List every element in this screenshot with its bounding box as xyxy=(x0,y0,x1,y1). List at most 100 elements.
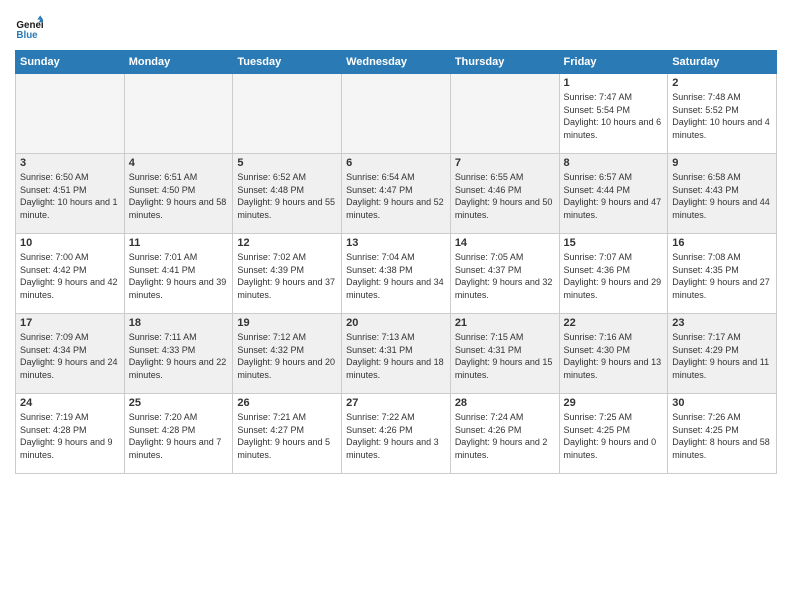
day-cell: 2Sunrise: 7:48 AM Sunset: 5:52 PM Daylig… xyxy=(668,74,777,154)
day-number: 27 xyxy=(346,397,446,409)
day-cell: 25 Sunrise: 7:20 AM Sunset: 4:28 PM Dayli… xyxy=(124,394,233,474)
day-info: Sunrise: 7:26 AM Sunset: 4:25 PM Dayligh… xyxy=(672,411,772,461)
day-number: 2 xyxy=(672,77,772,89)
week-row-4: 17 Sunrise: 7:09 AM Sunset: 4:34 PM Dayli… xyxy=(16,314,777,394)
day-number: 24 xyxy=(20,397,120,409)
day-cell: 4 Sunrise: 6:51 AM Sunset: 4:50 PM Daylig… xyxy=(124,154,233,234)
day-cell: 16 Sunrise: 7:08 AM Sunset: 4:35 PM Dayli… xyxy=(668,234,777,314)
day-number: 1 xyxy=(564,77,664,89)
day-info: Sunrise: 7:04 AM Sunset: 4:38 PM Dayligh… xyxy=(346,251,446,301)
day-number: 10 xyxy=(20,237,120,249)
logo-icon: General Blue xyxy=(15,14,43,42)
day-cell xyxy=(233,74,342,154)
day-cell: 15Sunrise: 7:07 AM Sunset: 4:36 PM Dayli… xyxy=(559,234,668,314)
day-cell: 28Sunrise: 7:24 AM Sunset: 4:26 PM Dayli… xyxy=(450,394,559,474)
day-cell: 12 Sunrise: 7:02 AM Sunset: 4:39 PM Dayli… xyxy=(233,234,342,314)
day-number: 23 xyxy=(672,317,772,329)
day-number: 3 xyxy=(20,157,120,169)
day-number: 22 xyxy=(564,317,664,329)
day-cell: 10 Sunrise: 7:00 AM Sunset: 4:42 PM Dayli… xyxy=(16,234,125,314)
day-cell xyxy=(124,74,233,154)
day-number: 11 xyxy=(129,237,229,249)
day-number: 14 xyxy=(455,237,555,249)
col-header-sunday: Sunday xyxy=(16,51,125,74)
day-info: Sunrise: 6:54 AM Sunset: 4:47 PM Dayligh… xyxy=(346,171,446,221)
day-info: Sunrise: 7:12 AM Sunset: 4:32 PM Dayligh… xyxy=(237,331,337,381)
col-header-wednesday: Wednesday xyxy=(342,51,451,74)
day-number: 7 xyxy=(455,157,555,169)
day-cell: 30 Sunrise: 7:26 AM Sunset: 4:25 PM Dayli… xyxy=(668,394,777,474)
day-number: 18 xyxy=(129,317,229,329)
day-info: Sunrise: 7:21 AM Sunset: 4:27 PM Dayligh… xyxy=(237,411,337,461)
day-cell: 18 Sunrise: 7:11 AM Sunset: 4:33 PM Dayli… xyxy=(124,314,233,394)
day-number: 6 xyxy=(346,157,446,169)
day-cell: 23 Sunrise: 7:17 AM Sunset: 4:29 PM Dayli… xyxy=(668,314,777,394)
day-info: Sunrise: 7:15 AM Sunset: 4:31 PM Dayligh… xyxy=(455,331,555,381)
day-info: Sunrise: 7:02 AM Sunset: 4:39 PM Dayligh… xyxy=(237,251,337,301)
day-cell: 26 Sunrise: 7:21 AM Sunset: 4:27 PM Dayli… xyxy=(233,394,342,474)
week-row-3: 10 Sunrise: 7:00 AM Sunset: 4:42 PM Dayli… xyxy=(16,234,777,314)
day-number: 20 xyxy=(346,317,446,329)
day-info: Sunrise: 7:05 AM Sunset: 4:37 PM Dayligh… xyxy=(455,251,555,301)
day-info: Sunrise: 6:55 AM Sunset: 4:46 PM Dayligh… xyxy=(455,171,555,221)
day-info: Sunrise: 7:17 AM Sunset: 4:29 PM Dayligh… xyxy=(672,331,772,381)
week-row-5: 24 Sunrise: 7:19 AM Sunset: 4:28 PM Dayli… xyxy=(16,394,777,474)
day-cell: 7 Sunrise: 6:55 AM Sunset: 4:46 PM Daylig… xyxy=(450,154,559,234)
day-cell: 11Sunrise: 7:01 AM Sunset: 4:41 PM Dayli… xyxy=(124,234,233,314)
calendar-table: SundayMondayTuesdayWednesdayThursdayFrid… xyxy=(15,50,777,474)
header: General Blue xyxy=(15,10,777,42)
day-number: 4 xyxy=(129,157,229,169)
day-number: 26 xyxy=(237,397,337,409)
day-number: 29 xyxy=(564,397,664,409)
day-cell: 24 Sunrise: 7:19 AM Sunset: 4:28 PM Dayli… xyxy=(16,394,125,474)
main-container: General Blue SundayMondayTuesdayWednesda… xyxy=(0,0,792,484)
day-number: 19 xyxy=(237,317,337,329)
header-row: SundayMondayTuesdayWednesdayThursdayFrid… xyxy=(16,51,777,74)
day-cell: 3 Sunrise: 6:50 AM Sunset: 4:51 PM Daylig… xyxy=(16,154,125,234)
day-number: 9 xyxy=(672,157,772,169)
day-info: Sunrise: 7:07 AM Sunset: 4:36 PM Dayligh… xyxy=(564,251,664,301)
day-cell: 27Sunrise: 7:22 AM Sunset: 4:26 PM Dayli… xyxy=(342,394,451,474)
day-number: 17 xyxy=(20,317,120,329)
day-cell xyxy=(342,74,451,154)
day-info: Sunrise: 7:08 AM Sunset: 4:35 PM Dayligh… xyxy=(672,251,772,301)
day-info: Sunrise: 7:25 AM Sunset: 4:25 PM Dayligh… xyxy=(564,411,664,461)
day-info: Sunrise: 6:58 AM Sunset: 4:43 PM Dayligh… xyxy=(672,171,772,221)
day-cell: 17 Sunrise: 7:09 AM Sunset: 4:34 PM Dayli… xyxy=(16,314,125,394)
day-info: Sunrise: 6:50 AM Sunset: 4:51 PM Dayligh… xyxy=(20,171,120,221)
day-number: 12 xyxy=(237,237,337,249)
day-info: Sunrise: 7:00 AM Sunset: 4:42 PM Dayligh… xyxy=(20,251,120,301)
day-number: 5 xyxy=(237,157,337,169)
day-cell xyxy=(450,74,559,154)
day-info: Sunrise: 7:19 AM Sunset: 4:28 PM Dayligh… xyxy=(20,411,120,461)
day-cell: 21Sunrise: 7:15 AM Sunset: 4:31 PM Dayli… xyxy=(450,314,559,394)
day-cell: 9 Sunrise: 6:58 AM Sunset: 4:43 PM Daylig… xyxy=(668,154,777,234)
col-header-saturday: Saturday xyxy=(668,51,777,74)
svg-text:Blue: Blue xyxy=(16,30,38,41)
day-info: Sunrise: 7:11 AM Sunset: 4:33 PM Dayligh… xyxy=(129,331,229,381)
day-cell: 29 Sunrise: 7:25 AM Sunset: 4:25 PM Dayli… xyxy=(559,394,668,474)
day-info: Sunrise: 7:09 AM Sunset: 4:34 PM Dayligh… xyxy=(20,331,120,381)
logo: General Blue xyxy=(15,14,45,42)
day-cell: 20 Sunrise: 7:13 AM Sunset: 4:31 PM Dayli… xyxy=(342,314,451,394)
day-number: 16 xyxy=(672,237,772,249)
day-info: Sunrise: 7:13 AM Sunset: 4:31 PM Dayligh… xyxy=(346,331,446,381)
day-cell: 6 Sunrise: 6:54 AM Sunset: 4:47 PM Daylig… xyxy=(342,154,451,234)
day-info: Sunrise: 6:52 AM Sunset: 4:48 PM Dayligh… xyxy=(237,171,337,221)
day-cell: 5 Sunrise: 6:52 AM Sunset: 4:48 PM Daylig… xyxy=(233,154,342,234)
col-header-monday: Monday xyxy=(124,51,233,74)
week-row-2: 3 Sunrise: 6:50 AM Sunset: 4:51 PM Daylig… xyxy=(16,154,777,234)
day-cell xyxy=(16,74,125,154)
col-header-tuesday: Tuesday xyxy=(233,51,342,74)
day-cell: 1Sunrise: 7:47 AM Sunset: 5:54 PM Daylig… xyxy=(559,74,668,154)
day-number: 13 xyxy=(346,237,446,249)
day-info: Sunrise: 6:51 AM Sunset: 4:50 PM Dayligh… xyxy=(129,171,229,221)
day-info: Sunrise: 7:24 AM Sunset: 4:26 PM Dayligh… xyxy=(455,411,555,461)
day-cell: 22Sunrise: 7:16 AM Sunset: 4:30 PM Dayli… xyxy=(559,314,668,394)
day-info: Sunrise: 6:57 AM Sunset: 4:44 PM Dayligh… xyxy=(564,171,664,221)
day-info: Sunrise: 7:20 AM Sunset: 4:28 PM Dayligh… xyxy=(129,411,229,461)
col-header-thursday: Thursday xyxy=(450,51,559,74)
day-number: 25 xyxy=(129,397,229,409)
day-number: 30 xyxy=(672,397,772,409)
day-cell: 13 Sunrise: 7:04 AM Sunset: 4:38 PM Dayli… xyxy=(342,234,451,314)
